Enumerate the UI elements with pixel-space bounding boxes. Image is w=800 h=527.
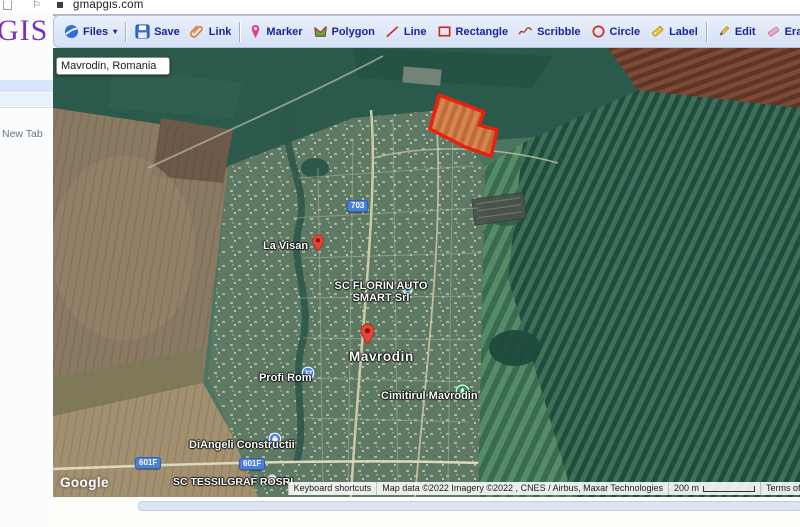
- toolbar-separator: [705, 21, 708, 42]
- sidebar-item[interactable]: [0, 80, 53, 92]
- browser-address-bar[interactable]: ⚐ gmapgis.com: [0, 0, 800, 16]
- polygon-label: Polygon: [331, 25, 375, 38]
- line-label: Line: [403, 25, 427, 38]
- circle-button[interactable]: Circle: [586, 19, 646, 45]
- link-label: Link: [208, 25, 232, 38]
- save-button[interactable]: Save: [130, 19, 185, 45]
- map-canvas[interactable]: La Visan SC FLORIN AUTO SMART Srl Mavrod…: [53, 48, 800, 497]
- left-sidebar: GIS New Tab: [0, 14, 53, 527]
- line-button[interactable]: Line: [380, 19, 432, 45]
- rectangle-button[interactable]: Rectangle: [432, 19, 514, 45]
- map-search-input[interactable]: [56, 57, 170, 75]
- toolbar-separator: [239, 21, 242, 42]
- label-cemetery: Cimitirul Mavrodin: [381, 390, 478, 402]
- rectangle-icon: [438, 26, 451, 37]
- map-data-credits: Map data ©2022 Imagery ©2022 , CNES / Ai…: [376, 482, 668, 495]
- pencil-icon: [719, 25, 730, 36]
- scale-bar: [702, 486, 755, 492]
- edit-button[interactable]: Edit: [711, 19, 761, 45]
- earth-icon: [64, 24, 79, 39]
- floppy-icon: [135, 24, 150, 39]
- label-button[interactable]: Label: [645, 19, 703, 45]
- label-profi-rom: Profi Rom: [259, 372, 312, 384]
- bookmark-icon[interactable]: ⚐: [32, 0, 41, 11]
- rectangle-label: Rectangle: [455, 25, 509, 38]
- circle-icon: [592, 25, 604, 38]
- link-button[interactable]: Link: [185, 19, 237, 45]
- url-text[interactable]: gmapgis.com: [73, 0, 144, 11]
- save-label: Save: [154, 25, 180, 38]
- toolbar-separator: [125, 21, 128, 42]
- polygon-button[interactable]: Polygon: [308, 19, 380, 45]
- edit-label: Edit: [734, 25, 756, 38]
- browser-partial-icon: [3, 0, 12, 10]
- scribble-label: Scribble: [537, 25, 581, 38]
- horizontal-scrollbar[interactable]: [138, 501, 800, 511]
- marker-icon: [252, 25, 260, 38]
- sidebar-item[interactable]: [0, 93, 53, 106]
- marker-label: Marker: [266, 25, 303, 38]
- scribble-button[interactable]: Scribble: [513, 19, 585, 45]
- polygon-icon: [313, 26, 327, 37]
- files-dropdown-caret[interactable]: ▾: [113, 27, 117, 36]
- mavrodin-pin-icon[interactable]: [359, 323, 376, 345]
- scale-control: 200 m: [667, 482, 760, 495]
- paperclip-icon: [189, 25, 203, 38]
- new-tab-link[interactable]: New Tab: [2, 128, 43, 140]
- circle-label: Circle: [609, 25, 641, 38]
- files-button[interactable]: Files ▾: [59, 19, 122, 45]
- terms-of-use-link[interactable]: Terms of Use: [759, 482, 800, 495]
- eraser-label: Eraser: [784, 25, 800, 38]
- eraser-icon: [767, 26, 779, 37]
- tag-icon: [652, 26, 664, 37]
- map-attribution-bar: Keyboard shortcuts Map data ©2022 Imager…: [287, 482, 800, 495]
- site-logo: GIS: [0, 14, 49, 47]
- site-icon: [56, 2, 63, 8]
- road-badge-703: 703: [347, 200, 369, 212]
- road-badge-601f: 601F: [135, 457, 162, 469]
- marker-button[interactable]: Marker: [244, 19, 307, 45]
- label-diangeli: DiAngeli Constructii: [189, 439, 295, 451]
- label-tessilgraf: SC TESSILGRAF ROSRL: [173, 476, 297, 488]
- label-town-mavrodin: Mavrodin: [349, 349, 414, 364]
- label-florin-line1: SC FLORIN AUTO: [334, 280, 428, 292]
- road-badge-601f: 601F: [239, 458, 266, 470]
- label-label: Label: [669, 25, 698, 38]
- label-la-visan: La Visan: [263, 240, 309, 252]
- label-florin-auto: SC FLORIN AUTO SMART Srl: [325, 280, 437, 304]
- la-visan-pin-icon[interactable]: [311, 234, 325, 252]
- scale-text: 200 m: [673, 483, 699, 493]
- eraser-button[interactable]: Eraser: [761, 19, 800, 45]
- satellite-imagery: [53, 48, 800, 497]
- keyboard-shortcuts-link[interactable]: Keyboard shortcuts: [287, 482, 377, 495]
- sidebar-divider: [0, 107, 53, 108]
- files-label: Files: [83, 25, 109, 38]
- drawing-toolbar: Files ▾ Save Link Marker Polygon Line Re…: [53, 15, 800, 48]
- label-florin-line2: SMART Srl: [352, 291, 410, 304]
- line-icon: [386, 26, 399, 38]
- scribble-icon: [518, 26, 533, 35]
- google-logo[interactable]: Google: [60, 475, 109, 490]
